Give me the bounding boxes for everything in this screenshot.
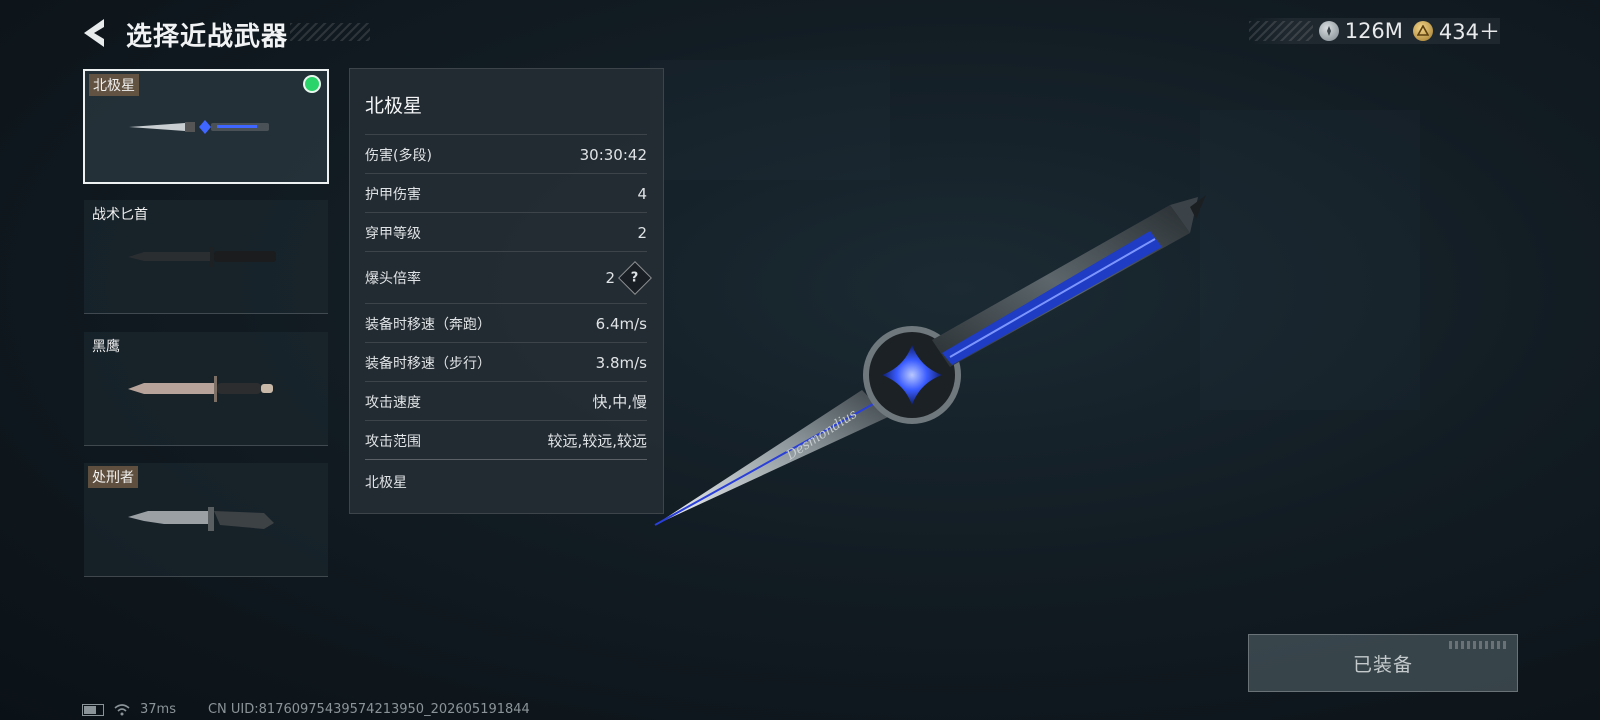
stats-title: 北极星 bbox=[365, 95, 423, 117]
knife-thumbnail-icon bbox=[128, 247, 276, 267]
status-bar: 37ms CN UID:8176097543957421395​0_202605… bbox=[82, 702, 530, 717]
wifi-icon bbox=[114, 703, 130, 715]
gold-amount: 434＋ bbox=[1438, 20, 1500, 44]
stats-footer: 北极星 bbox=[365, 459, 647, 504]
stat-row: 爆头倍率 2 ? bbox=[365, 251, 652, 304]
knife-preview-icon: Desmondius bbox=[654, 195, 1206, 526]
stat-value: 6.4m/s bbox=[595, 314, 647, 333]
stat-value-with-help: 2 ? bbox=[605, 261, 652, 295]
weapon-card-beijixing[interactable]: 北极星 bbox=[83, 69, 329, 184]
weapon-stats-panel: 北极星 伤害(多段) 30:30:42 护甲伤害 4 穿甲等级 2 爆头倍率 2… bbox=[349, 68, 664, 514]
stat-label: 伤害(多段) bbox=[365, 147, 432, 164]
uid-text: CN UID:8176097543957421395​0_20260519184… bbox=[207, 702, 530, 717]
stat-label: 装备时移速（步行） bbox=[365, 355, 491, 372]
stat-value: 4 bbox=[637, 184, 647, 203]
stat-label: 爆头倍率 bbox=[365, 271, 421, 287]
stat-label: 攻击速度 bbox=[365, 394, 421, 411]
weapon-card-executioner[interactable]: 处刑者 bbox=[84, 463, 328, 577]
button-decoration bbox=[1449, 641, 1509, 649]
knife-thumbnail-icon bbox=[129, 120, 269, 134]
weapon-card-heiying[interactable]: 黑鹰 bbox=[84, 332, 328, 446]
stat-row: 护甲伤害 4 bbox=[365, 173, 647, 213]
weapon-name: 处刑者 bbox=[88, 466, 138, 488]
stats-footer-name: 北极星 bbox=[365, 475, 407, 491]
weapon-name: 北极星 bbox=[89, 74, 139, 96]
silver-amount: 126M bbox=[1344, 19, 1403, 43]
stat-value: 快,中,慢 bbox=[592, 393, 647, 411]
back-button[interactable] bbox=[80, 16, 112, 50]
stat-label: 穿甲等级 bbox=[365, 225, 421, 242]
background-panel bbox=[1200, 110, 1420, 410]
currency-silver[interactable]: 126M bbox=[1318, 19, 1403, 43]
stat-row: 攻击范围 较远,较远,较远 bbox=[365, 420, 647, 460]
stat-label: 装备时移速（奔跑） bbox=[365, 316, 491, 333]
currency-decoration bbox=[1248, 21, 1313, 41]
stat-label: 攻击范围 bbox=[365, 433, 421, 450]
knife-thumbnail-icon bbox=[128, 507, 274, 531]
stat-value: 3.8m/s bbox=[595, 353, 647, 372]
weapon-name: 战术匕首 bbox=[92, 207, 148, 223]
stat-row: 攻击速度 快,中,慢 bbox=[365, 381, 647, 421]
ping-value: 37ms bbox=[140, 702, 176, 717]
currency-bar: 126M 434＋ bbox=[1248, 16, 1500, 46]
weapon-name: 黑鹰 bbox=[92, 339, 120, 355]
title-decoration bbox=[290, 23, 370, 41]
stat-value: 30:30:42 bbox=[579, 145, 647, 164]
weapon-card-tactical-dagger[interactable]: 战术匕首 bbox=[84, 200, 328, 314]
help-icon[interactable]: ? bbox=[618, 261, 652, 295]
help-icon-glyph: ? bbox=[631, 270, 639, 286]
stat-row: 装备时移速（奔跑） 6.4m/s bbox=[365, 303, 647, 343]
equipped-indicator-icon bbox=[305, 77, 319, 91]
stat-label: 护甲伤害 bbox=[365, 186, 421, 203]
currency-gold[interactable]: 434＋ bbox=[1412, 16, 1500, 46]
equip-button-label: 已装备 bbox=[1352, 653, 1413, 676]
stat-value: 2 bbox=[605, 269, 615, 287]
background-panel bbox=[650, 60, 890, 180]
stat-value: 2 bbox=[637, 223, 647, 242]
gold-coin-icon bbox=[1412, 21, 1433, 41]
battery-icon bbox=[82, 703, 104, 716]
silver-coin-icon bbox=[1318, 21, 1339, 41]
back-arrow-icon bbox=[84, 19, 104, 47]
page-title: 选择近战武器 bbox=[126, 22, 289, 52]
stat-row: 装备时移速（步行） 3.8m/s bbox=[365, 342, 647, 382]
equip-button[interactable]: 已装备 bbox=[1248, 634, 1518, 692]
knife-thumbnail-icon bbox=[128, 376, 273, 402]
stat-row: 穿甲等级 2 bbox=[365, 212, 647, 252]
stat-value: 较远,较远,较远 bbox=[547, 432, 647, 450]
stat-row: 伤害(多段) 30:30:42 bbox=[365, 134, 647, 174]
